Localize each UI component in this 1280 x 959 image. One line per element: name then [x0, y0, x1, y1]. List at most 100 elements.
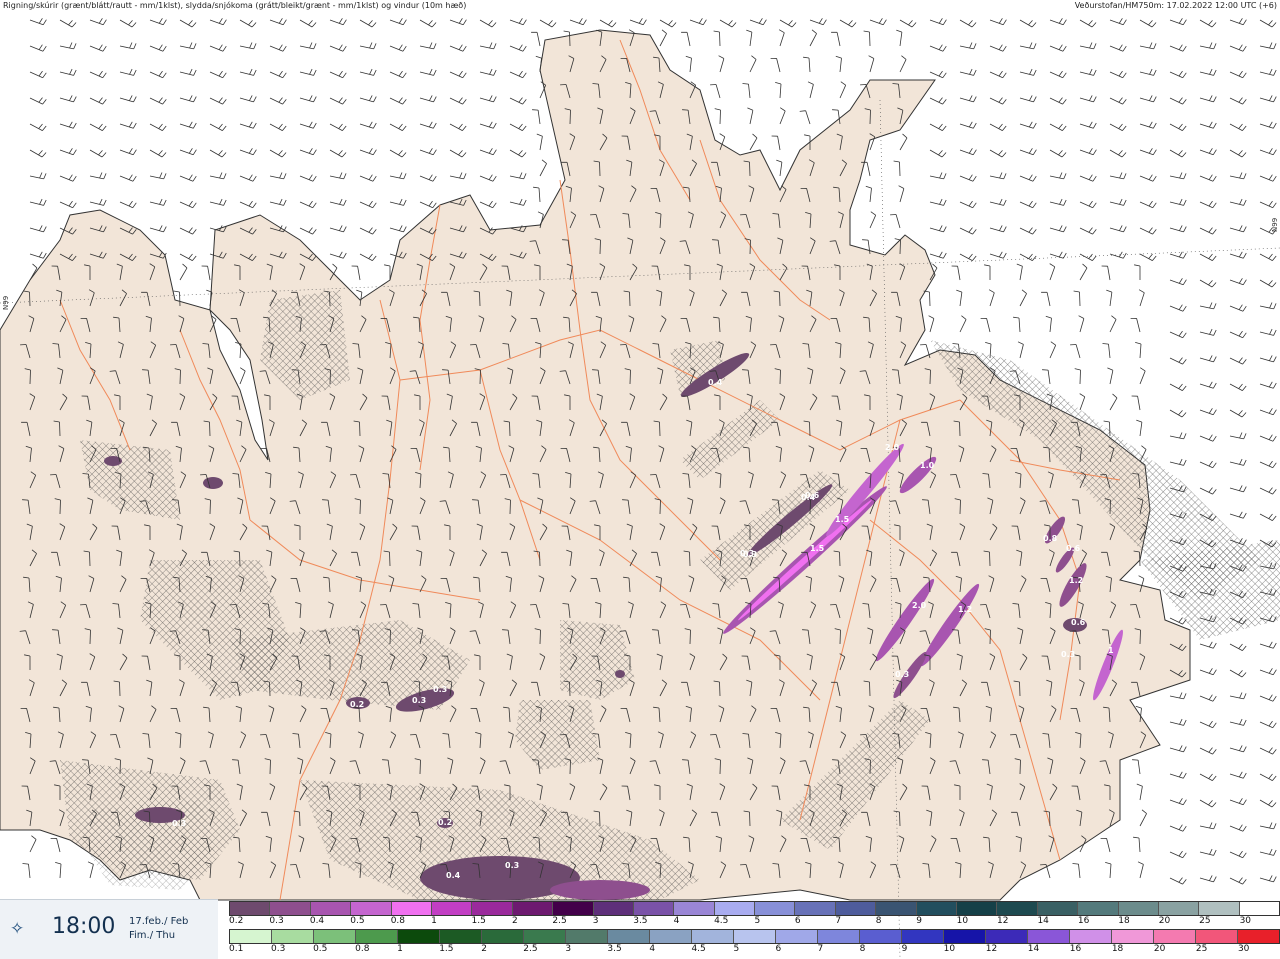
legend-tick-label: 2: [511, 916, 518, 926]
legend-snow-ticks: 0.2 0.3 0.4 0.5 0.8 1 1.5 2 2.5 3 3.5 4 4.5 5 6 7 8 9 10 12…: [229, 916, 1280, 928]
contour-label: 0.3: [505, 861, 519, 870]
compass-star-icon[interactable]: ✧: [10, 920, 28, 938]
legend-tick-label: 10: [943, 944, 956, 954]
contour-label: 0.8: [1043, 534, 1058, 543]
legend-tick-label: 8: [859, 944, 866, 954]
model-run-info: Veðurstofan/HM750m: 17.02.2022 12:00 UTC…: [1074, 1, 1277, 10]
contour-label: 0.4: [708, 378, 723, 387]
legend-tick-label: 1: [397, 944, 403, 954]
legend-swatch: [633, 902, 675, 915]
legend-swatch: [270, 902, 311, 915]
legend-swatch: [272, 930, 314, 943]
legend-swatch: [1078, 902, 1119, 915]
contour-label: 1.0: [920, 461, 935, 470]
legend-swatch: [876, 902, 917, 915]
legend-swatch: [398, 930, 440, 943]
legend-rain-swatches: [229, 929, 1280, 944]
legend-tick-label: 4.5: [691, 944, 706, 954]
contour-label: 1.5: [835, 515, 850, 524]
legend-tick-label: 9: [901, 944, 908, 954]
legend-tick-label: 4: [649, 944, 656, 954]
valid-weekday: Fim./ Thu: [129, 930, 176, 941]
legend-swatch: [524, 930, 566, 943]
legend-swatch: [1118, 902, 1159, 915]
legend-tick-label: 16: [1069, 944, 1082, 954]
legend-swatch: [431, 902, 473, 915]
legend-swatch: [1037, 902, 1079, 915]
legend-swatch: [795, 902, 836, 915]
legend-snow: 0.2 0.3 0.4 0.5 0.8 1 1.5 2 2.5 3 3.5 4 4.5 5 6 7 8 9 10 12…: [229, 901, 1280, 929]
contour-label: 0.3: [433, 685, 447, 694]
legend-swatch: [650, 930, 692, 943]
legend-tick-label: 14: [1037, 916, 1049, 926]
contour-label: 0.3: [1061, 650, 1075, 659]
contour-label: 1.2: [1069, 576, 1083, 585]
legend-swatch: [314, 930, 356, 943]
contour-label: 0.6: [805, 491, 820, 500]
legend-swatch: [957, 902, 998, 915]
legend-tick-label: 0.3: [269, 916, 284, 926]
legend-tick-label: 3.5: [633, 916, 648, 926]
precip-blob: [615, 670, 625, 678]
legend-tick-label: 6: [775, 944, 782, 954]
legend-swatch: [1112, 930, 1154, 943]
contour-label: 0.3: [740, 549, 754, 558]
legend-swatch: [1158, 902, 1200, 915]
legend-tick-label: 9: [916, 916, 922, 926]
legend-swatch: [1154, 930, 1196, 943]
legend-tick-label: 7: [835, 916, 842, 926]
legend-tick-label: 0.5: [350, 916, 365, 926]
legend-tick-label: 5: [754, 916, 761, 926]
legend-swatch: [755, 902, 796, 915]
legend-tick-label: 1: [431, 916, 437, 926]
legend-tick-label: 16: [1077, 916, 1090, 926]
legend-swatch: [472, 902, 513, 915]
legend-tick-label: 0.8: [355, 944, 370, 954]
legend-tick-label: 0.3: [271, 944, 286, 954]
map-title: Rigning/skúrir (grænt/blátt/rautt - mm/1…: [3, 1, 467, 10]
legend-swatch: [1196, 930, 1238, 943]
legend-swatch: [734, 930, 776, 943]
legend-tick-label: 25: [1199, 916, 1211, 926]
legend-tick-label: 1.5: [439, 944, 454, 954]
legend-swatch: [593, 902, 634, 915]
precip-blob: [550, 880, 650, 900]
contour-label: 2.0: [885, 443, 900, 452]
legend-swatch: [997, 902, 1038, 915]
legend-tick-label: 0.8: [390, 916, 406, 926]
legend-swatch: [391, 902, 432, 915]
legend-tick-label: 25: [1195, 944, 1208, 954]
contour-label: 1.5: [810, 544, 825, 553]
legend-tick-label: 18: [1111, 944, 1124, 954]
weather-map[interactable]: 0.4 0.3 0.4 0.6 0.3 1.5 1.5 2.0 1.0 2.0 …: [0, 0, 1280, 958]
legend-tick-label: 4: [673, 916, 680, 926]
contour-label: 0.3: [412, 696, 426, 705]
contour-label: 0.4: [446, 871, 461, 880]
grid-label: N99: [1271, 217, 1279, 232]
valid-date: 17.feb./ Feb: [129, 916, 189, 927]
legend-swatch: [860, 930, 902, 943]
legend-rain-ticks: 0.1 0.3 0.5 0.8 1 1.5 2 2.5 3 3.5 4 4.5 5 6 7 8 9 10 12 14 1…: [229, 944, 1280, 956]
legend-tick-label: 2: [481, 944, 487, 954]
legend-swatch: [512, 902, 554, 915]
legend-swatch: [440, 930, 482, 943]
precip-blob: [203, 477, 223, 489]
legend-swatch: [356, 930, 398, 943]
legend-tick-label: 20: [1158, 916, 1171, 926]
legend-tick-label: 4.5: [714, 916, 729, 926]
legend-swatch: [482, 930, 524, 943]
legend-swatch: [674, 902, 715, 915]
legend-tick-label: 1.5: [471, 916, 486, 926]
legend-tick-label: 30: [1237, 944, 1250, 954]
legend-tick-label: 3: [592, 916, 599, 926]
valid-time: 18:00: [52, 914, 116, 939]
legend-tick-label: 2.5: [523, 944, 538, 954]
legend-tick-label: 20: [1153, 944, 1166, 954]
legend-snow-swatches: [229, 901, 1280, 916]
legend-tick-label: 0.4: [309, 916, 325, 926]
legend-tick-label: 12: [985, 944, 998, 954]
legend-swatch: [1238, 930, 1279, 943]
legend-swatch: [818, 930, 860, 943]
legend-tick-label: 14: [1027, 944, 1040, 954]
contour-label: 0.2: [350, 700, 364, 709]
